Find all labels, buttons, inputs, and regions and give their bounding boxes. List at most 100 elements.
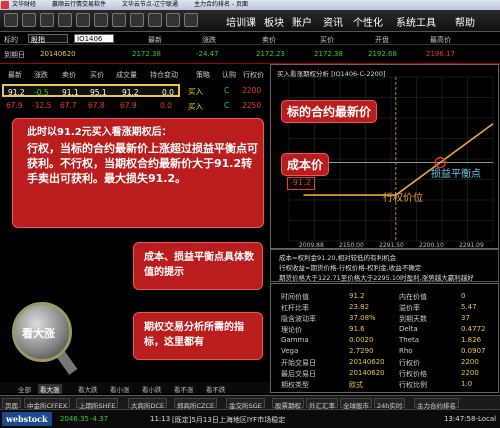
- symbol-label: 标的: [4, 36, 18, 44]
- menu-sector[interactable]: 板块: [264, 14, 284, 29]
- sheet-tab[interactable]: 中金所CFFEX: [24, 398, 71, 410]
- status-clock: 13:47:58-Local: [444, 415, 497, 423]
- trade-icon[interactable]: [94, 13, 108, 27]
- table-row[interactable]: 91.2 -0.5 91.1 95.1 91.2 0.0: [2, 84, 180, 97]
- payoff-chart-panel: 买入看涨期权分析 [IO1406-C-2200] 2009.88 2150.00 2…: [270, 64, 499, 249]
- table-header: 涨跌: [34, 71, 48, 79]
- cost-marker: -91.2: [287, 177, 315, 190]
- col-header: 最高价: [430, 36, 451, 44]
- callout-price-text: 成本、损益平衡点具体数值的提示: [144, 252, 254, 278]
- metric-value: 23.82: [349, 303, 370, 311]
- table-header: 卖价: [62, 71, 76, 79]
- sheet-tab[interactable]: 股票期权: [272, 398, 304, 410]
- tab-all[interactable]: 全部: [18, 384, 31, 394]
- tab-small-rise[interactable]: 看小涨: [110, 384, 130, 394]
- callout-heading: 此时以91.2元买入看涨期权后：: [27, 127, 172, 138]
- metric-key: Rho: [399, 347, 413, 355]
- cell-vol: 67.9: [120, 101, 137, 110]
- action-buy[interactable]: 买入: [188, 86, 203, 97]
- quote-row: 到期日 20140620 2172.38 -24.47 2172.23 2172…: [0, 45, 500, 64]
- metric-value: 91.2: [349, 292, 365, 300]
- sheet-tab[interactable]: 主力合约排名: [414, 398, 459, 410]
- search-icon[interactable]: [184, 13, 198, 27]
- code-input[interactable]: IO1406: [74, 34, 114, 43]
- menu-help[interactable]: 帮助: [455, 14, 475, 29]
- help-icon[interactable]: [166, 13, 180, 27]
- cell-last: 91.2: [8, 88, 25, 97]
- back-icon[interactable]: [4, 13, 18, 27]
- sheet-tab[interactable]: 上期所SHFE: [76, 398, 119, 410]
- sheet-tab[interactable]: 24h实时: [374, 398, 406, 410]
- forward-icon[interactable]: [22, 13, 36, 27]
- action-buy[interactable]: 买入: [188, 101, 203, 112]
- tab-small-fall[interactable]: 看小跌: [142, 384, 162, 394]
- sheet-tab[interactable]: 页面: [2, 398, 21, 410]
- sheet-tab[interactable]: 金交所SGE: [226, 398, 265, 410]
- user-icon[interactable]: [130, 13, 144, 27]
- cell-ask: 67.7: [60, 101, 77, 110]
- index-value: 2046.35: [60, 415, 89, 423]
- news-icon[interactable]: [112, 13, 126, 27]
- sheet-tab[interactable]: 外汇汇率: [306, 398, 338, 410]
- menu-account[interactable]: 账户: [292, 14, 312, 29]
- hint-panel: 成本=权利金91.20,相对较低的有利机会 行权收益=期货价格-行权价格-权利金…: [270, 249, 499, 282]
- metric-value: 0.4772: [461, 325, 486, 333]
- expiry-date: 20140620: [40, 50, 76, 58]
- quote-value: 2172.38: [314, 50, 343, 58]
- metric-value: 2200: [461, 369, 479, 377]
- table-row-side[interactable]: 买入 C 2250: [186, 99, 270, 112]
- tab-big-fall[interactable]: 看大跌: [78, 384, 98, 394]
- label-cost-price: 成本价: [281, 153, 330, 176]
- table-row-side[interactable]: 买入 C 2200: [186, 84, 270, 97]
- tab-big-rise[interactable]: 看大涨: [38, 384, 62, 394]
- metric-row: 隐含波动率 37.08% 到期天数 37: [281, 314, 491, 323]
- table-row[interactable]: 67.9 -12.5 67.7 67.8 67.9 0.0: [2, 99, 180, 112]
- metric-value: 2200: [461, 358, 479, 366]
- metric-value: 0.0907: [461, 347, 486, 355]
- metric-value: 2.7290: [349, 347, 374, 355]
- table-header: 成交量: [116, 71, 137, 79]
- sheet-tab[interactable]: 全球股市: [340, 398, 372, 410]
- metric-key: Gamma: [281, 336, 309, 344]
- sheet-tab[interactable]: 大商所DCE: [128, 398, 168, 410]
- metric-key: 溢价率: [399, 304, 420, 312]
- table-header: 策略: [196, 71, 210, 79]
- tab-not-rise[interactable]: 看不涨: [174, 384, 194, 394]
- app-icon: [1, 1, 9, 9]
- metric-value: 37: [461, 314, 470, 322]
- menu-system-tools[interactable]: 系统工具: [396, 14, 436, 29]
- status-notice: [既定]5月13日上海地区IYF市场稳定: [172, 416, 286, 424]
- metric-row: 理论价 91.6 Delta 0.4772: [281, 325, 491, 334]
- metric-key: 到期天数: [399, 315, 427, 323]
- list-icon[interactable]: [76, 13, 90, 27]
- tab-not-fall[interactable]: 看不跌: [206, 384, 226, 394]
- x-tick-label: 2150.00: [339, 242, 364, 249]
- magnifier-icon[interactable]: 看大涨: [12, 302, 72, 362]
- type-select[interactable]: 股指: [28, 34, 68, 44]
- table-header: 持仓变动: [150, 71, 178, 79]
- menu-personalize[interactable]: 个性化: [353, 14, 383, 29]
- cell-bid: 67.8: [88, 101, 105, 110]
- cell-strike: 2250: [242, 101, 262, 110]
- metric-value: 91.6: [349, 325, 365, 333]
- sheet-tab[interactable]: 郑商所CZCE: [174, 398, 218, 410]
- strategy-tabs: 全部 看大涨 看大跌 看小涨 看小跌 看不涨 看不跌: [0, 382, 270, 394]
- brand-logo: webstock: [2, 412, 52, 426]
- table-header: 认购: [222, 71, 236, 79]
- callout-body: 行权，当标的合约最新价上涨超过损益平衡点可获利。不行权，当期权合约最新价大于91…: [27, 142, 258, 185]
- col-header: 卖价: [262, 36, 276, 44]
- label-breakeven: 损益平衡点: [431, 169, 481, 180]
- chart-icon[interactable]: [58, 13, 72, 27]
- x-tick-label: 2291.09: [459, 242, 484, 249]
- label-strike: 行权价位: [383, 193, 423, 204]
- settings-icon[interactable]: [148, 13, 162, 27]
- home-icon[interactable]: [40, 13, 54, 27]
- table-header: 最新: [8, 71, 22, 79]
- menu-news[interactable]: 资讯: [323, 14, 343, 29]
- menu-training[interactable]: 培训课: [226, 14, 256, 29]
- metric-key: 行权价格: [399, 370, 427, 378]
- metric-key: 杠杆比率: [281, 304, 309, 312]
- hint-line: 成本=权利金91.20,相对较低的有利机会: [279, 254, 397, 262]
- metric-key: 行权比例: [399, 381, 427, 389]
- quote-value: 2172.23: [256, 50, 285, 58]
